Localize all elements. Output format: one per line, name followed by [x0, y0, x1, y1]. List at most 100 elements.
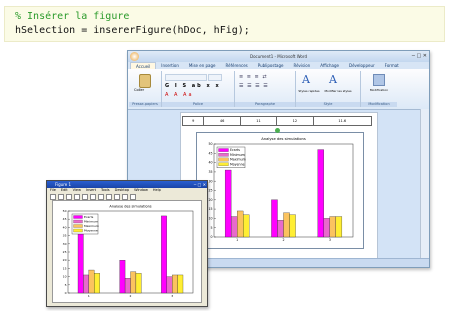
word-title: Document1 - Microsoft Word	[249, 54, 307, 59]
chart-title: Analyse des simulations	[261, 137, 306, 141]
legend-swatch	[218, 162, 229, 166]
change-styles-label[interactable]: Modifier les styles	[324, 89, 352, 93]
bar-maximum	[329, 216, 337, 238]
ribbon-tab[interactable]: Publipostage	[253, 62, 289, 69]
bar-ecarts	[77, 233, 84, 294]
group-label-style: Style	[296, 102, 360, 107]
y-tick-label: 15	[63, 266, 67, 270]
figure-axes-area[interactable]: Analyse des simulations 0 5 10 15 20 25 30 35 40 4…	[52, 200, 202, 303]
y-tick-label: 45	[208, 151, 212, 155]
x-tick-label: 3	[171, 294, 173, 298]
bar-minimum	[124, 278, 131, 294]
bar-minimum	[83, 274, 89, 294]
y-tick-label: 35	[208, 170, 212, 174]
figure-menu-item[interactable]: Desktop	[115, 188, 129, 193]
y-tick-label: 50	[208, 142, 212, 146]
paste-label[interactable]: Coller	[134, 88, 144, 92]
figure-titlebar: Figure 1 ─ □ ✕	[47, 181, 207, 188]
bar-maximum	[130, 271, 137, 294]
embedded-chart: Analyse des simulations 0 5 10 15 20 25 30 35 40 4…	[208, 137, 354, 242]
y-tick-label: 20	[63, 258, 67, 262]
code-comment: % Insérer la figure	[15, 11, 130, 22]
ribbon-tab[interactable]: Révision	[288, 62, 315, 69]
table-cell: 12	[276, 116, 314, 126]
table-cell: 11	[239, 116, 278, 126]
font-size-box[interactable]	[208, 74, 222, 81]
ribbon-tab[interactable]: Format	[380, 62, 404, 69]
legend-swatch	[73, 215, 83, 219]
x-tick-label: 2	[130, 294, 132, 298]
embedded-chart-frame[interactable]: Analyse des simulations 0 5 10 15 20 25 30 35 40 4…	[196, 132, 364, 249]
bar-moyenne	[94, 273, 100, 294]
bar-moyenne	[177, 274, 184, 294]
bar-ecarts	[317, 149, 324, 238]
legend-label: Ecarts	[84, 215, 94, 219]
legend-label: Ecarts	[230, 148, 240, 152]
table-cell: 9	[181, 116, 205, 126]
figure-window: Figure 1 ─ □ ✕ File Edit View Insert Tools De…	[46, 180, 208, 307]
font-format-buttons[interactable]: G I S ab x x	[165, 83, 221, 89]
list-buttons[interactable]: ≡ ≡ ≡ ⇄	[239, 74, 268, 80]
figure-menu-item[interactable]: Help	[153, 188, 161, 193]
table-cell: 46	[203, 116, 241, 126]
quick-styles-label[interactable]: Styles rapides	[298, 89, 320, 93]
legend-swatch	[218, 157, 229, 162]
bar-ecarts	[161, 215, 167, 294]
y-tick-label: 10	[208, 216, 212, 220]
y-tick-label: 5	[210, 226, 212, 230]
bar-minimum	[166, 276, 173, 294]
figure-menu-item[interactable]: Window	[134, 188, 148, 193]
y-tick-label: 20	[208, 198, 212, 202]
find-icon[interactable]	[373, 74, 385, 86]
figure-menu-item[interactable]: File	[50, 188, 56, 193]
y-tick-label: 40	[63, 225, 67, 229]
ribbon-tab[interactable]: Mise en page	[184, 62, 221, 69]
bar-moyenne	[243, 214, 250, 238]
ribbon-group-paragraph: ≡ ≡ ≡ ⇄ ☰ ☰ ☰ ☰ Paragraphe	[235, 71, 296, 107]
legend-swatch	[73, 228, 83, 233]
ribbon-tab[interactable]: Affichage	[315, 62, 344, 69]
font-name-box[interactable]	[165, 74, 207, 81]
chart-title: Analyse des simulations	[109, 205, 151, 209]
paste-icon[interactable]	[139, 74, 151, 88]
y-tick-label: 30	[208, 179, 212, 183]
ribbon-group-font: G I S ab x x A A Aa Police	[162, 71, 235, 107]
bar-moyenne	[135, 273, 142, 294]
legend-swatch	[73, 224, 83, 228]
y-tick-label: 25	[208, 189, 212, 193]
rotate-handle[interactable]	[275, 128, 280, 133]
align-buttons[interactable]: ☰ ☰ ☰ ☰	[239, 83, 269, 89]
figure-menu-item[interactable]: Insert	[86, 188, 96, 193]
y-tick-label: 40	[208, 161, 212, 165]
quick-styles-icon[interactable]: A	[302, 73, 310, 86]
figure-menu-item[interactable]: View	[73, 188, 81, 193]
legend-swatch	[73, 219, 83, 224]
group-label-paragraph: Paragraphe	[235, 102, 295, 107]
y-tick-label: 15	[208, 207, 212, 211]
legend-swatch	[218, 153, 229, 157]
change-styles-icon[interactable]: A	[329, 73, 337, 86]
figure-window-controls[interactable]: ─ □ ✕	[194, 181, 206, 188]
vertical-scrollbar[interactable]	[420, 109, 429, 259]
font-color-buttons[interactable]: A A Aa	[165, 92, 194, 98]
document-page[interactable]: 9 46 11 12 11.6 Analyse des simulations 0 5 10 1…	[180, 112, 378, 267]
ribbon-tab[interactable]: Développeur	[344, 62, 380, 69]
legend-label: Maximum	[230, 158, 246, 162]
table-cell: 11.6	[312, 116, 373, 126]
bar-maximum	[237, 210, 244, 238]
code-panel: % Insérer la figure hSelection = inserer…	[4, 6, 445, 42]
bar-maximum	[283, 212, 290, 238]
figure-menu-item[interactable]: Tools	[101, 188, 110, 193]
office-button-icon[interactable]	[130, 52, 139, 61]
ribbon-tab[interactable]: Accueil	[130, 62, 157, 69]
ribbon-tab[interactable]: Insertion	[156, 62, 184, 69]
code-statement: hSelection = insererFigure(hDoc, hFig);	[15, 25, 250, 36]
edit-label[interactable]: Modification	[361, 88, 397, 92]
ribbon-tab[interactable]: Références	[221, 62, 253, 69]
figure-menu-item[interactable]: Edit	[61, 188, 68, 193]
group-label-clipboard: Presse-papiers	[129, 102, 161, 107]
y-tick-label: 30	[63, 242, 67, 246]
bar-ecarts	[224, 169, 232, 238]
y-tick-label: 35	[63, 234, 67, 238]
window-controls[interactable]: ─ □ ✕	[412, 51, 427, 62]
